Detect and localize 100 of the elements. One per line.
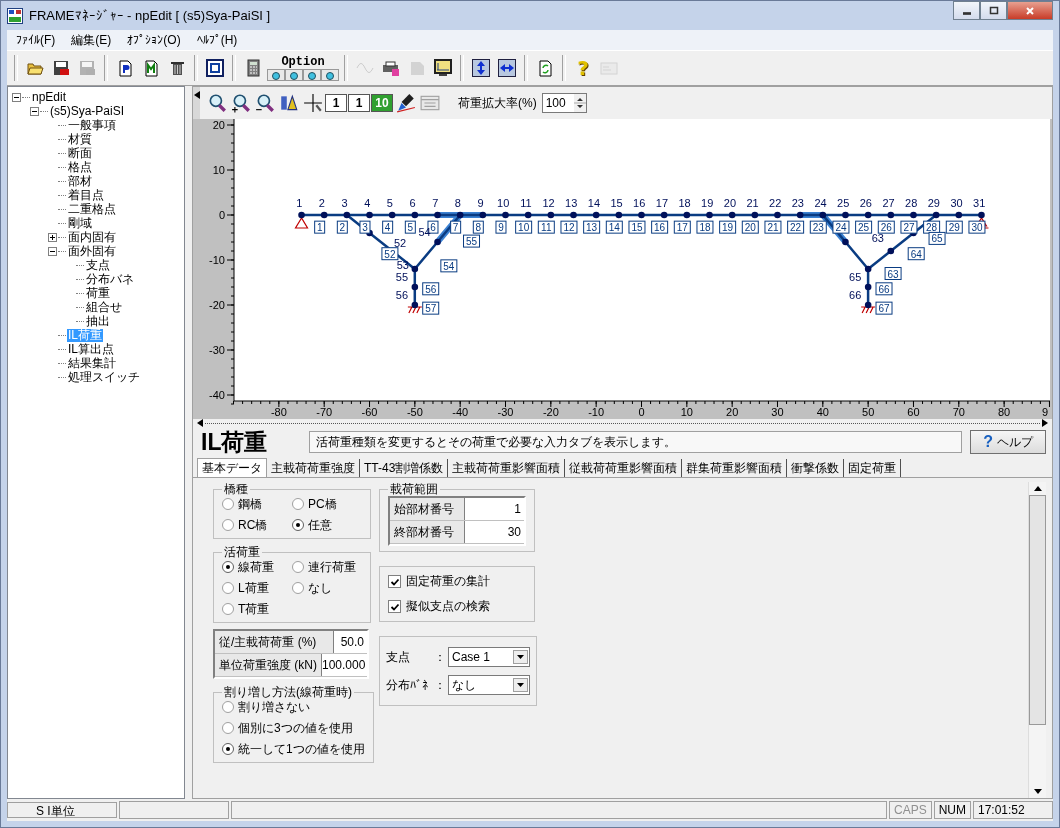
tree-item[interactable]: 着目点 — [67, 188, 105, 202]
maximize-button[interactable] — [980, 1, 1007, 20]
tree-item[interactable]: 面内固有 — [67, 230, 117, 244]
radio-button[interactable] — [292, 519, 304, 531]
brush-button[interactable] — [394, 91, 417, 115]
node-dot — [411, 301, 419, 309]
dropdown[interactable]: Case 1 — [448, 647, 530, 667]
value-field[interactable]: 50.0 — [334, 631, 367, 653]
x-tick-label: 20 — [726, 406, 739, 418]
radio-button[interactable] — [222, 701, 234, 713]
menu-item[interactable]: ﾌｧｲﾙ(F) — [9, 33, 63, 47]
dropdown[interactable]: なし — [448, 675, 530, 695]
scroll-up-icon[interactable] — [1033, 486, 1042, 491]
window-title: FRAMEﾏﾈｰｼﾞｬｰ - npEdit [ (s5)Sya-PaiSI ] — [29, 8, 272, 23]
radio-button[interactable] — [222, 561, 234, 573]
y-tick-label: -30 — [209, 344, 225, 356]
node-dot — [842, 238, 849, 246]
tree-item[interactable]: 抽出 — [85, 314, 111, 328]
tree-item[interactable]: (s5)Sya-PaiSI — [49, 104, 126, 118]
menu-item[interactable]: ﾍﾙﾌﾟ(H) — [189, 33, 245, 47]
vertical-arrows-button[interactable] — [469, 56, 493, 80]
checkbox[interactable] — [388, 575, 401, 588]
value-field[interactable]: 100.000 — [322, 654, 369, 676]
brush-icon — [395, 93, 416, 113]
scroll-left-icon[interactable] — [197, 419, 203, 427]
spin-arrows-icon[interactable] — [573, 94, 586, 112]
tree-item[interactable]: IL算出点 — [67, 342, 115, 356]
radio-button[interactable] — [222, 743, 234, 755]
expander-icon[interactable] — [48, 246, 57, 256]
checkbox[interactable] — [388, 600, 401, 613]
radio-button[interactable] — [292, 582, 304, 594]
horizontal-arrows-button[interactable] — [495, 56, 519, 80]
menu-item[interactable]: 編集(E) — [64, 31, 119, 49]
node-dot — [570, 211, 577, 219]
crosshair-button[interactable] — [301, 91, 324, 115]
scroll-right-icon[interactable] — [1042, 419, 1048, 427]
tree-item[interactable]: 格点 — [67, 160, 93, 174]
close-button[interactable] — [1007, 1, 1053, 20]
expander-icon[interactable] — [30, 106, 39, 116]
member-label: 17 — [673, 220, 691, 234]
member-label: 19 — [719, 220, 737, 234]
tree-item[interactable]: 面外固有 — [67, 244, 117, 258]
grid-button[interactable] — [203, 56, 227, 80]
y-tick-label: 10 — [212, 164, 225, 176]
node-dot — [728, 211, 736, 219]
tree-item[interactable]: 断面 — [67, 146, 93, 160]
value-field[interactable]: 30 — [465, 521, 524, 543]
scrollbar-thumb[interactable] — [1029, 495, 1046, 725]
expander-icon[interactable] — [48, 232, 57, 242]
minimize-button[interactable] — [953, 1, 980, 20]
scroll-down-icon[interactable] — [1033, 789, 1042, 794]
scale-label: 荷重拡大率(%) — [458, 94, 537, 112]
tree-item[interactable]: 部材 — [67, 174, 93, 188]
tree-item[interactable]: 材質 — [67, 132, 93, 146]
collapse-arrow-icon[interactable] — [193, 91, 200, 99]
crosshair-icon — [302, 93, 323, 113]
option-button[interactable]: Option — [267, 55, 339, 81]
zoom-out-icon — [254, 93, 275, 113]
tree-item[interactable]: 荷重 — [85, 286, 111, 300]
tree-item[interactable]: 二重格点 — [67, 202, 117, 216]
value-field[interactable]: 1 — [465, 498, 524, 520]
member-number-button[interactable]: 1 — [348, 94, 370, 112]
tree-item[interactable]: 分布バネ — [85, 272, 135, 286]
radio-button[interactable] — [292, 561, 304, 573]
radio-button[interactable] — [222, 498, 234, 510]
option-dots-icon — [267, 68, 339, 81]
tree-item[interactable]: 剛域 — [67, 216, 93, 230]
member-label: 67 — [875, 301, 893, 315]
node-label: 6 — [409, 197, 416, 210]
radio-button[interactable] — [292, 498, 304, 510]
expander-icon[interactable] — [12, 92, 21, 102]
node-dot — [524, 211, 532, 219]
zoom-out-button[interactable] — [253, 91, 276, 115]
y-tick-label: -40 — [209, 389, 225, 401]
node-label: 27 — [882, 197, 895, 210]
radio-button[interactable] — [222, 519, 234, 531]
x-tick-label: 80 — [998, 406, 1011, 418]
tab[interactable]: 基本データ — [197, 458, 267, 477]
app-icon — [7, 7, 23, 24]
node-number-button[interactable]: 1 — [325, 94, 347, 112]
radio-button[interactable] — [222, 603, 234, 615]
radio-button[interactable] — [222, 582, 234, 594]
tree-item[interactable]: 支点 — [85, 258, 111, 272]
scale-spin-field[interactable]: 100 — [541, 93, 587, 113]
tree-item[interactable]: 一般事項 — [67, 118, 117, 132]
help-button[interactable]: ? ヘルプ — [970, 430, 1046, 454]
tree-item[interactable]: npEdit — [31, 90, 68, 104]
zoom-in-button[interactable] — [229, 91, 252, 115]
radio-button[interactable] — [222, 722, 234, 734]
group-legend: 載荷範囲 — [388, 482, 440, 496]
node-dot — [502, 211, 509, 219]
node-label: 53 — [396, 259, 409, 272]
node-dot — [796, 211, 804, 219]
checkbox-label: 擬似支点の検索 — [406, 598, 490, 615]
menu-item[interactable]: ｵﾌﾟｼｮﾝ(O) — [120, 33, 188, 47]
tree-item[interactable]: 結果集計 — [67, 356, 117, 370]
document-icon — [142, 59, 160, 77]
member-label: 30 — [968, 220, 986, 234]
tree-item[interactable]: 組合せ — [85, 300, 123, 314]
tree-item[interactable]: 処理スイッチ — [67, 370, 141, 384]
